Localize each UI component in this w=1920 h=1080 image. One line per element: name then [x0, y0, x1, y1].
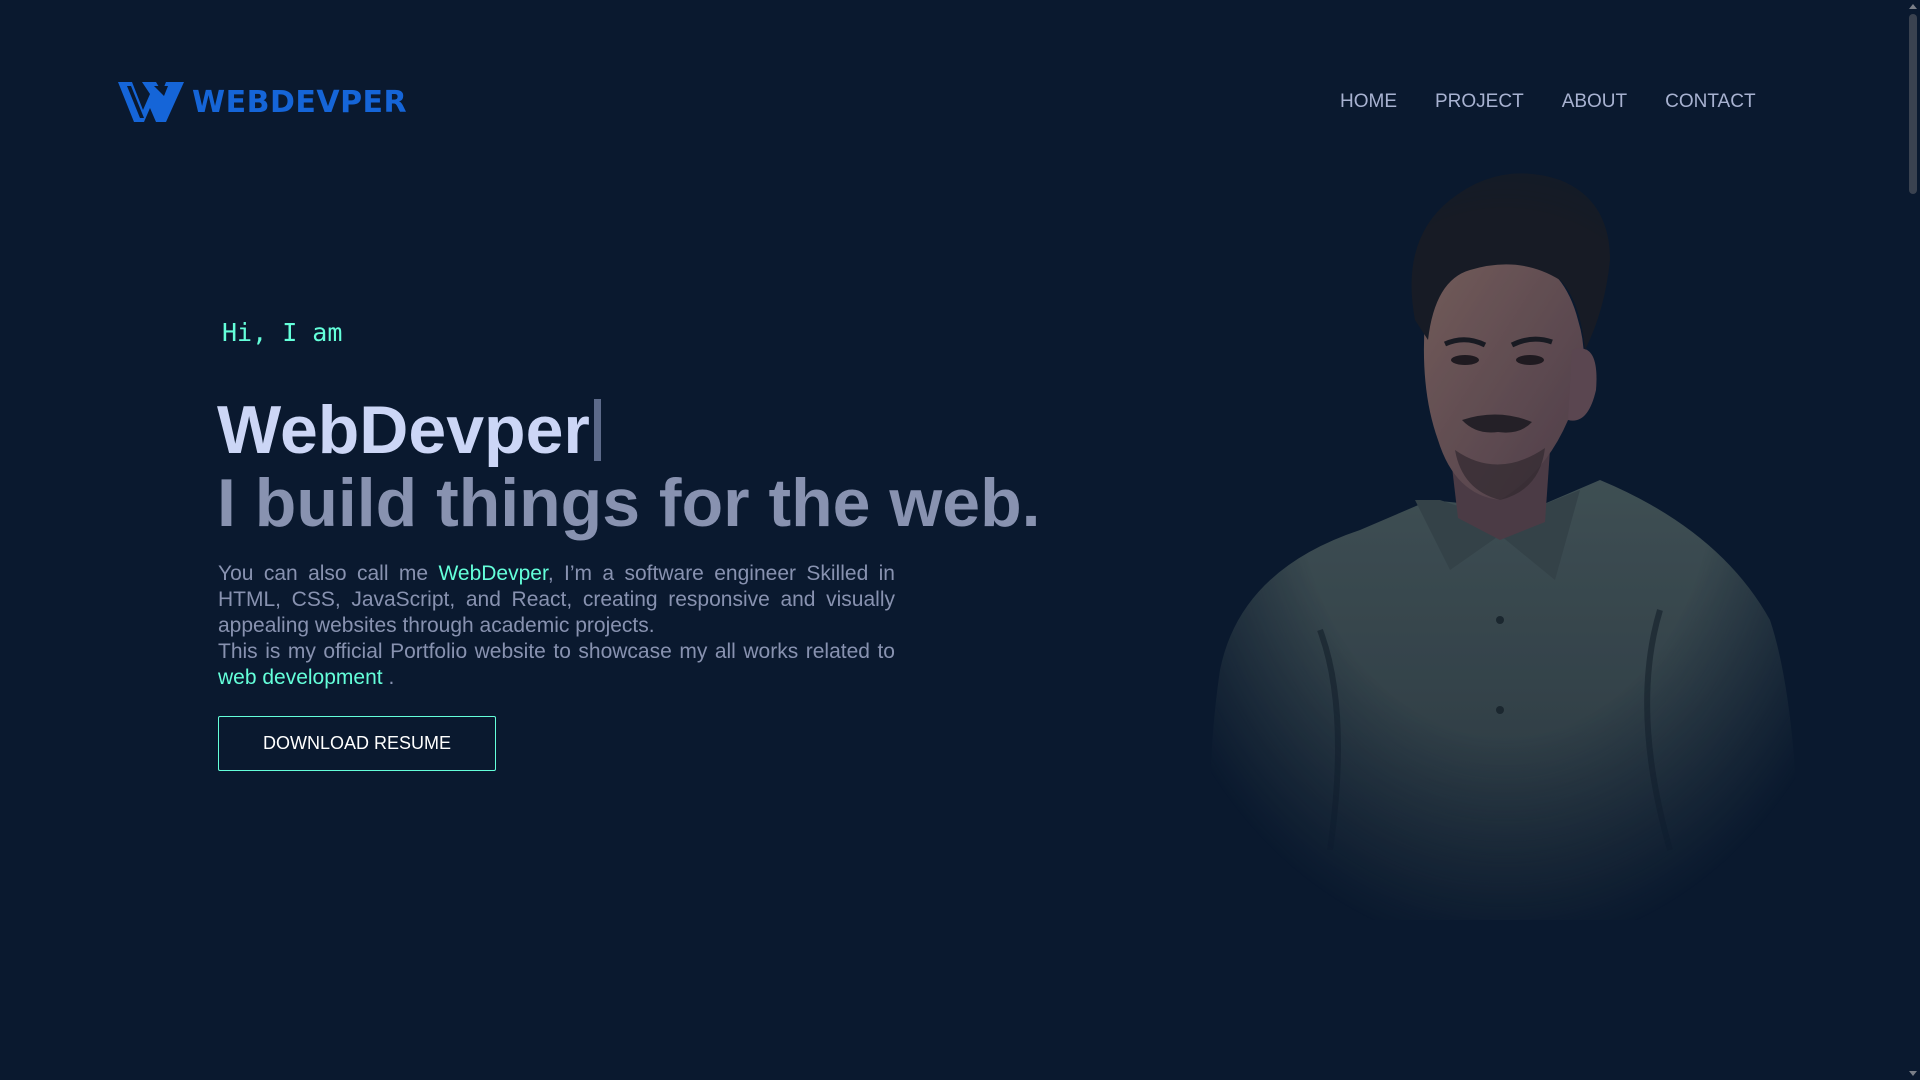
bio-highlight-webdev: web development [218, 666, 383, 689]
scroll-up-icon[interactable] [1909, 4, 1917, 9]
bio-text: You can also call me [218, 562, 439, 585]
nav-project[interactable]: PROJECT [1435, 91, 1524, 113]
portrait-photo [1200, 150, 1810, 920]
hero-tagline: I build things for the web. [217, 465, 1041, 541]
w-logo-icon [118, 82, 184, 122]
hero-bio: You can also call me WebDevper, I’m a so… [218, 561, 895, 691]
download-resume-button[interactable]: DOWNLOAD RESUME [218, 716, 496, 771]
hero-name-text: WebDevper [217, 392, 590, 468]
greeting-text: Hi, I am [222, 318, 343, 347]
scroll-down-icon[interactable] [1909, 1071, 1917, 1076]
hero-name: WebDevper [217, 390, 601, 470]
site-logo[interactable]: WEBDEVPER [118, 80, 407, 124]
nav-contact[interactable]: CONTACT [1665, 91, 1755, 113]
logo-text: WEBDEVPER [192, 84, 408, 120]
main-nav: HOME PROJECT ABOUT CONTACT [1340, 91, 1756, 113]
page-scrollbar[interactable] [1906, 0, 1920, 1080]
portfolio-page: WEBDEVPER HOME PROJECT ABOUT CONTACT Hi,… [0, 0, 1920, 1080]
bio-text: This is my official Portfolio website to… [218, 640, 895, 663]
bio-paragraph-2: This is my official Portfolio website to… [218, 639, 895, 691]
nav-about[interactable]: ABOUT [1562, 91, 1627, 113]
nav-home[interactable]: HOME [1340, 91, 1397, 113]
typing-caret [593, 399, 601, 461]
scroll-thumb[interactable] [1909, 14, 1917, 194]
bio-highlight-name: WebDevper [438, 562, 548, 585]
bio-paragraph-1: You can also call me WebDevper, I’m a so… [218, 561, 895, 639]
bio-text: . [382, 666, 395, 689]
